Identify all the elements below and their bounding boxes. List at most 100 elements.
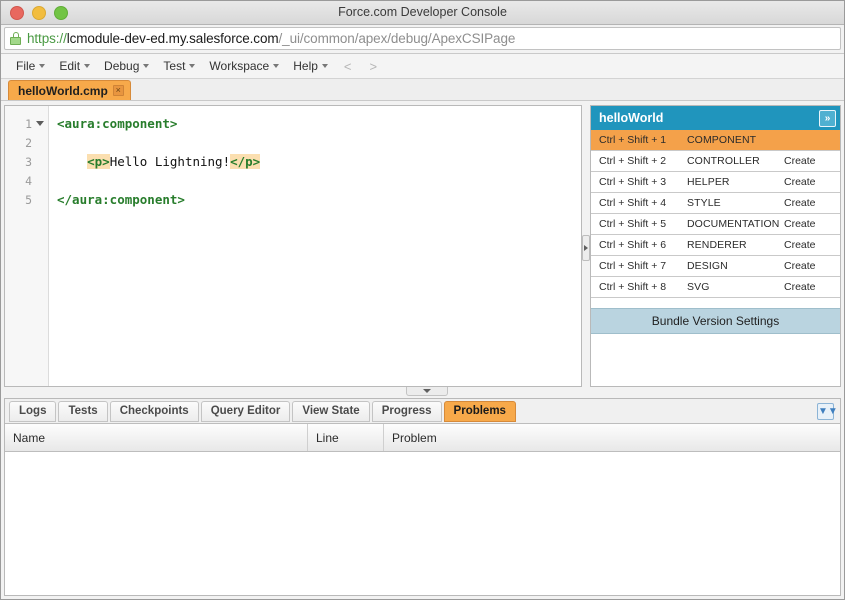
- bundle-row-svg[interactable]: Ctrl + Shift + 8 SVG Create: [591, 277, 840, 298]
- url-bar-container: https://lcmodule-dev-ed.my.salesforce.co…: [1, 25, 844, 54]
- code-line-1: <aura:component>: [57, 114, 581, 133]
- close-button[interactable]: [10, 5, 24, 20]
- create-link[interactable]: Create: [784, 218, 840, 230]
- editor-tab-helloworld-cmp[interactable]: helloWorld.cmp ×: [8, 80, 131, 100]
- sidebar-title: helloWorld: [599, 111, 664, 125]
- menu-edit-label: Edit: [59, 59, 81, 73]
- chevron-double-down-icon[interactable]: ▼▼: [817, 402, 838, 420]
- editor-tab-strip: helloWorld.cmp ×: [1, 79, 844, 101]
- vertical-splitter[interactable]: [582, 105, 590, 387]
- bundle-resource-list: Ctrl + Shift + 1 COMPONENT Ctrl + Shift …: [591, 130, 840, 298]
- tab-tests[interactable]: Tests: [58, 400, 108, 422]
- bundle-row-component[interactable]: Ctrl + Shift + 1 COMPONENT: [591, 130, 840, 151]
- code-token-text: Hello Lightning!: [109, 154, 231, 169]
- resource-name: COMPONENT: [687, 134, 757, 146]
- horizontal-splitter[interactable]: [1, 387, 844, 398]
- url-host: lcmodule-dev-ed.my.salesforce.com: [66, 31, 279, 46]
- lock-icon: [10, 32, 21, 45]
- line-number: 1: [25, 116, 32, 131]
- menu-help[interactable]: Help: [286, 56, 335, 76]
- splitter-grip-right-icon[interactable]: [582, 235, 590, 261]
- bottom-tab-bar: Logs Tests Checkpoints Query Editor View…: [5, 399, 840, 424]
- menu-file[interactable]: File: [9, 56, 52, 76]
- menu-bar: File Edit Debug Test Workspace Help < >: [1, 54, 844, 79]
- resource-name: STYLE: [687, 197, 721, 209]
- bundle-row-documentation[interactable]: Ctrl + Shift + 5 DOCUMENTATION Create: [591, 214, 840, 235]
- create-link[interactable]: Create: [784, 260, 840, 272]
- bundle-row-helper[interactable]: Ctrl + Shift + 3 HELPER Create: [591, 172, 840, 193]
- tab-view-state[interactable]: View State: [292, 400, 370, 422]
- column-header-name[interactable]: Name: [5, 424, 308, 451]
- bundle-row-renderer[interactable]: Ctrl + Shift + 6 RENDERER Create: [591, 235, 840, 256]
- menu-help-label: Help: [293, 59, 318, 73]
- chevron-down-icon: [39, 64, 46, 68]
- main-split: 1 2 3 4 5 <aura:component> <p>Hello Ligh…: [1, 101, 844, 387]
- bottom-panel: Logs Tests Checkpoints Query Editor View…: [4, 398, 841, 596]
- tab-checkpoints[interactable]: Checkpoints: [109, 400, 199, 422]
- tab-logs[interactable]: Logs: [9, 400, 57, 422]
- bundle-row-controller[interactable]: Ctrl + Shift + 2 CONTROLLER Create: [591, 151, 840, 172]
- menu-debug[interactable]: Debug: [97, 56, 156, 76]
- resource-name: DOCUMENTATION: [687, 218, 780, 230]
- create-link[interactable]: Create: [784, 239, 840, 251]
- menu-test[interactable]: Test: [156, 56, 202, 76]
- column-header-problem[interactable]: Problem: [384, 424, 840, 451]
- minimize-button[interactable]: [32, 5, 46, 20]
- tab-tests-label: Tests: [68, 405, 98, 417]
- code-editor[interactable]: 1 2 3 4 5 <aura:component> <p>Hello Ligh…: [4, 105, 582, 387]
- nav-back-icon[interactable]: <: [335, 57, 361, 76]
- bundle-row-style[interactable]: Ctrl + Shift + 4 STYLE Create: [591, 193, 840, 214]
- menu-workspace[interactable]: Workspace: [202, 56, 286, 76]
- menu-debug-label: Debug: [104, 59, 140, 73]
- gutter-row: 1: [5, 114, 48, 133]
- create-link[interactable]: Create: [784, 197, 840, 209]
- shortcut-label: Ctrl + Shift + 3: [599, 176, 667, 188]
- nav-forward-icon[interactable]: >: [361, 57, 387, 76]
- create-link[interactable]: Create: [784, 281, 840, 293]
- editor-tab-label: helloWorld.cmp: [18, 83, 108, 98]
- shortcut-label: Ctrl + Shift + 1: [599, 134, 667, 146]
- tab-progress[interactable]: Progress: [371, 400, 442, 422]
- window-controls: [10, 1, 68, 24]
- line-number: 4: [25, 173, 32, 188]
- shortcut-label: Ctrl + Shift + 7: [599, 260, 667, 272]
- code-text-area[interactable]: <aura:component> <p>Hello Lightning!</p>…: [49, 106, 581, 386]
- shortcut-label: Ctrl + Shift + 2: [599, 155, 667, 167]
- shortcut-label: Ctrl + Shift + 4: [599, 197, 667, 209]
- url-text: https://lcmodule-dev-ed.my.salesforce.co…: [27, 31, 515, 46]
- zoom-button[interactable]: [54, 5, 68, 20]
- bundle-version-settings-button[interactable]: Bundle Version Settings: [591, 308, 840, 334]
- tab-query-editor[interactable]: Query Editor: [200, 400, 291, 422]
- gutter-row: 5: [5, 190, 48, 209]
- menu-edit[interactable]: Edit: [52, 56, 97, 76]
- code-line-3: <p>Hello Lightning!</p>: [57, 152, 581, 171]
- resource-name: DESIGN: [687, 260, 728, 272]
- bundle-row-design[interactable]: Ctrl + Shift + 7 DESIGN Create: [591, 256, 840, 277]
- create-link[interactable]: Create: [784, 176, 840, 188]
- shortcut-label: Ctrl + Shift + 5: [599, 218, 667, 230]
- gutter-row: 2: [5, 133, 48, 152]
- collapse-panel-arrow-icon[interactable]: [406, 387, 448, 396]
- resource-name: CONTROLLER: [687, 155, 760, 167]
- resource-name: HELPER: [687, 176, 730, 188]
- close-icon[interactable]: ×: [112, 85, 124, 96]
- title-bar: Force.com Developer Console: [1, 1, 844, 25]
- code-token-open-p: <p>: [87, 154, 110, 169]
- tab-problems-label: Problems: [453, 405, 506, 417]
- line-number: 5: [25, 192, 32, 207]
- sidebar-empty-area: [591, 334, 840, 386]
- url-input[interactable]: https://lcmodule-dev-ed.my.salesforce.co…: [4, 27, 841, 50]
- code-token: </aura:component>: [57, 192, 185, 207]
- bundle-version-settings-label: Bundle Version Settings: [651, 314, 780, 328]
- tab-problems[interactable]: Problems: [443, 400, 516, 422]
- chevron-double-right-icon[interactable]: »: [819, 109, 836, 127]
- fold-arrow-icon[interactable]: [36, 121, 44, 126]
- create-link[interactable]: Create: [784, 155, 840, 167]
- url-path: /_ui/common/apex/debug/ApexCSIPage: [278, 31, 516, 46]
- fold-placeholder-icon: [36, 140, 44, 145]
- tab-query-editor-label: Query Editor: [210, 405, 281, 417]
- column-header-line[interactable]: Line: [308, 424, 384, 451]
